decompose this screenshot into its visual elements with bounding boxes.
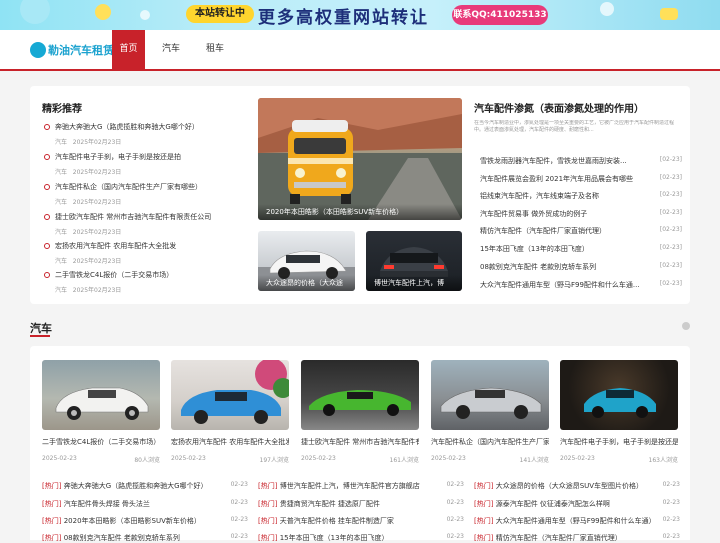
list-item[interactable]: [热门] 大众途昂的价格（大众途昂SUV车型图片价格） 02-23 <box>474 481 680 491</box>
car-illustration <box>440 387 542 419</box>
card-image[interactable] <box>431 360 549 430</box>
site-header: 勒油汽车租赁 首页 汽车 租车 <box>0 30 720 71</box>
hero-small-image-2[interactable]: 博世汽车配件上汽，博 <box>366 231 462 291</box>
card-title[interactable]: 二手雪铁龙C4L报价（二手交易市场） <box>42 437 160 447</box>
list-item-meta: 汽车 2025年02月23日 <box>55 229 122 236</box>
list-item-meta: 汽车 2025年02月23日 <box>55 169 122 176</box>
article-card[interactable]: 捷士欧汽车配件 常州市吉驰汽车配件有限责任公司 2025-02-23161人浏览 <box>301 360 419 464</box>
list-item[interactable]: [热门] 2020年本田皓影（本田皓影SUV新车价格） 02-23 <box>42 516 248 526</box>
nav-home[interactable]: 首页 <box>112 30 145 69</box>
car-illustration <box>584 388 656 418</box>
list-item-title[interactable]: 汽车配件私企（国内汽车配件生产厂家有哪些） <box>42 182 242 192</box>
list-item-title[interactable]: 二手雪铁龙C4L报价（二手交易市场） <box>42 270 242 280</box>
hero-main-caption: 2020年本田皓影（本田皓影SUV新车价格） <box>258 204 462 220</box>
list-item-meta: 汽车 2025年02月23日 <box>55 287 122 294</box>
card-meta: 2025-02-23 197人浏览 <box>171 455 289 464</box>
car-illustration <box>309 390 411 416</box>
right-heading[interactable]: 汽车配件渗氮（表面渗氮处理的作用） <box>474 100 678 115</box>
nav-cars[interactable]: 汽车 <box>153 30 189 69</box>
hero-main-image[interactable]: 2020年本田皓影（本田皓影SUV新车价格） <box>258 98 462 220</box>
list-item[interactable]: [热门] 汽车配件骨头焊接 骨头法兰 02-23 <box>42 499 248 509</box>
list-item[interactable]: 汽车配件展览会盈利 2021年汽车用品展会有哪些 [02-23] <box>480 174 682 184</box>
list-item[interactable]: [热门] 奔驰大奔驰大G（路虎揽胜和奔驰大G哪个好） 02-23 <box>42 481 248 491</box>
bubble-decoration <box>95 4 111 20</box>
card-image[interactable] <box>42 360 160 430</box>
hero-small-caption-2: 博世汽车配件上汽，博 <box>366 275 462 291</box>
card-image[interactable] <box>560 360 678 430</box>
list-item[interactable]: 奔驰大奔驰大G（路虎揽胜和奔驰大G哪个好） 汽车 2025年02月23日 <box>42 122 242 146</box>
card-image[interactable] <box>171 360 289 430</box>
list-item-title[interactable]: 宏扬农用汽车配件 农用车配件大全批发 <box>42 241 242 251</box>
list-item[interactable]: [热门] 博世汽车配件上汽，博世汽车配件官方旗舰店 02-23 <box>258 481 464 491</box>
list-item-meta: 汽车 2025年02月23日 <box>55 139 122 146</box>
list-item[interactable]: 捷士欧汽车配件 常州市吉驰汽车配件有限责任公司 汽车 2025年02月23日 <box>42 212 242 236</box>
list-item[interactable]: [热门] 源泰汽车配件 仪征浦泰汽配怎么样啊 02-23 <box>474 499 680 509</box>
list-item-meta: 汽车 2025年02月23日 <box>55 199 122 206</box>
card-title[interactable]: 汽车配件私企（国内汽车配件生产厂家有哪些） <box>431 437 549 447</box>
list-item-meta: 汽车 2025年02月23日 <box>55 258 122 265</box>
main-nav: 首页 汽车 租车 <box>112 30 241 69</box>
bubble-decoration <box>140 10 150 20</box>
list-item[interactable]: 雪铁龙雨刮器汽车配件，雪铁龙世嘉雨刮安装... [02-23] <box>480 156 682 166</box>
card-title[interactable]: 捷士欧汽车配件 常州市吉驰汽车配件有限责任公司 <box>301 437 419 447</box>
banner-tag: 本站转让中 <box>186 5 254 23</box>
banner-qq-button[interactable]: 联系QQ:411025133 <box>452 5 548 25</box>
list-item[interactable]: 大众汽车配件通用车型（野马F99配件和什么车通... [02-23] <box>480 280 682 290</box>
bubble-decoration <box>20 0 50 24</box>
promo-banner[interactable]: 本站转让中 更多高权重网站转让 联系QQ:411025133 <box>0 0 720 30</box>
hero-small-image-1[interactable]: 大众途昂的价格（大众途 <box>258 231 355 291</box>
list-item-title[interactable]: 捷士欧汽车配件 常州市吉驰汽车配件有限责任公司 <box>42 212 242 222</box>
list-item[interactable]: 二手雪铁龙C4L报价（二手交易市场） 汽车 2025年02月23日 <box>42 270 242 294</box>
card-meta: 2025-02-23 163人浏览 <box>560 455 678 464</box>
van-illustration <box>258 98 462 220</box>
list-item[interactable]: [热门] 08款别克汽车配件 老款别克轿车系列 02-23 <box>42 533 248 543</box>
card-title[interactable]: 宏扬农用汽车配件 农用车配件大全批发 <box>171 437 289 447</box>
featured-heading: 精彩推荐 <box>42 104 82 115</box>
car-illustration <box>181 360 289 424</box>
list-item[interactable]: [热门] 贵捷商贸汽车配件 捷选原厂配件 02-23 <box>258 499 464 509</box>
nav-rental[interactable]: 租车 <box>197 30 233 69</box>
list-item-title[interactable]: 汽车配件电子手刹，电子手刹是按还是拍 <box>42 152 242 162</box>
article-card[interactable]: 汽车配件私企（国内汽车配件生产厂家有哪些） 2025-02-23141人浏览 <box>431 360 549 464</box>
list-item[interactable]: 08款别克汽车配件 老款别克轿车系列 [02-23] <box>480 262 682 272</box>
list-item[interactable]: [热门] 天普汽车配件价格 挂车配件制造厂家 02-23 <box>258 516 464 526</box>
article-card[interactable]: 宏扬农用汽车配件 农用车配件大全批发 2025-02-23 197人浏览 <box>171 360 289 464</box>
logo-text: 勒油汽车租赁 <box>48 44 114 57</box>
section-underline <box>30 335 50 337</box>
bubble-decoration <box>660 8 678 20</box>
list-item[interactable]: 精仿汽车配件（汽车配件厂家直销代理） [02-23] <box>480 226 682 236</box>
list-item[interactable]: 15年本田飞度（13年的本田飞度） [02-23] <box>480 244 682 254</box>
list-item[interactable]: 汽车配件贸易事 做外贸成功的例子 [02-23] <box>480 209 682 219</box>
more-icon[interactable] <box>682 322 690 330</box>
logo-icon <box>30 42 46 58</box>
list-item[interactable]: 汽车配件电子手刹，电子手刹是按还是拍 汽车 2025年02月23日 <box>42 152 242 176</box>
right-summary: 在当今汽车制造业中，渗氮处理是一项至关重要的工艺，它被广泛应用于汽车配件制造过程… <box>474 120 675 133</box>
list-item[interactable]: 铝线束汽车配件，汽车线束端子及名称 [02-23] <box>480 191 682 201</box>
list-item[interactable]: [热门] 精仿汽车配件（汽车配件厂家直销代理） 02-23 <box>474 533 680 543</box>
article-card[interactable]: 汽车配件电子手刹，电子手刹是按还是拍 2025-02-23 163人浏览 <box>560 360 678 464</box>
card-title[interactable]: 汽车配件电子手刹，电子手刹是按还是拍 <box>560 437 678 447</box>
car-illustration <box>55 387 149 420</box>
hero-small-caption-1: 大众途昂的价格（大众途 <box>258 275 355 291</box>
bubble-decoration <box>600 2 614 16</box>
article-card[interactable]: 二手雪铁龙C4L报价（二手交易市场） 2025-02-23 80人浏览 <box>42 360 160 464</box>
card-meta: 2025-02-23 80人浏览 <box>42 455 160 464</box>
list-item[interactable]: 宏扬农用汽车配件 农用车配件大全批发 汽车 2025年02月23日 <box>42 241 242 265</box>
card-meta: 2025-02-23 161人浏览 <box>301 455 419 464</box>
card-image[interactable] <box>301 360 419 430</box>
list-item[interactable]: 汽车配件私企（国内汽车配件生产厂家有哪些） 汽车 2025年02月23日 <box>42 182 242 206</box>
banner-headline: 更多高权重网站转让 <box>258 8 429 28</box>
top-content-panel: 精彩推荐 奔驰大奔驰大G（路虎揽胜和奔驰大G哪个好） 汽车 2025年02月23… <box>30 86 690 304</box>
section-title[interactable]: 汽车 <box>30 320 52 336</box>
site-logo[interactable]: 勒油汽车租赁 <box>30 40 114 60</box>
list-item-title[interactable]: 奔驰大奔驰大G（路虎揽胜和奔驰大G哪个好） <box>42 122 242 132</box>
card-meta: 2025-02-23 141人浏览 <box>431 455 549 464</box>
list-item[interactable]: [热门] 大众汽车配件通用车型（野马F99配件和什么车通） 02-23 <box>474 516 680 526</box>
list-item[interactable]: [热门] 15年本田飞度（13年的本田飞度） 02-23 <box>258 533 464 543</box>
